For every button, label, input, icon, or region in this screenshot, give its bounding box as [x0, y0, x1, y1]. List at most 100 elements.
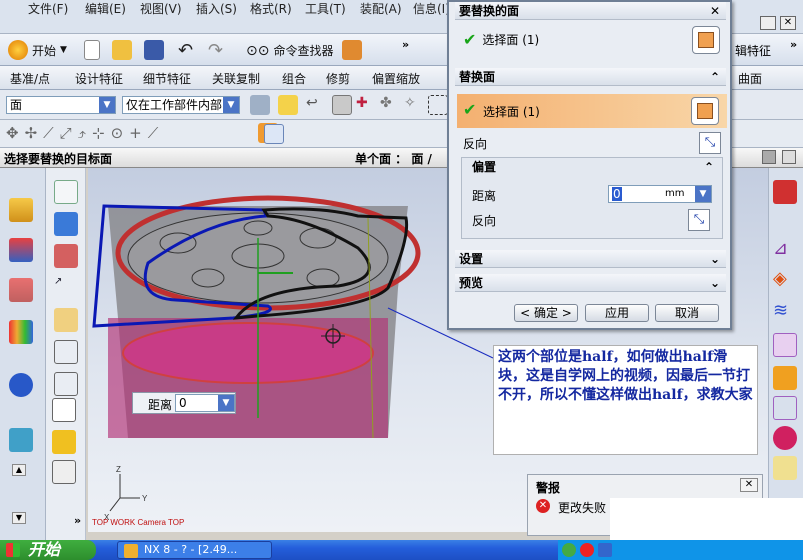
curve-rule-icon[interactable]: ↩: [306, 95, 326, 115]
right-toolbar-label[interactable]: 辑特征: [735, 42, 771, 59]
new-file-icon[interactable]: [84, 40, 100, 60]
part-navigator-icon[interactable]: [9, 278, 33, 302]
binoculars-icon: ⊙⊙: [246, 42, 270, 59]
snap-point-icon[interactable]: [278, 95, 298, 115]
close-icon[interactable]: ✕: [710, 2, 720, 20]
menu-file[interactable]: 文件(F): [28, 0, 68, 17]
offset-reverse-button[interactable]: ⤡: [688, 209, 710, 231]
cancel-button[interactable]: 取消: [655, 304, 719, 322]
menu-insert[interactable]: 插入(S): [196, 0, 237, 17]
datum-icon[interactable]: [54, 180, 78, 204]
window-restore-icon[interactable]: [760, 16, 776, 30]
snap-cube-icon[interactable]: [264, 124, 284, 144]
save-icon[interactable]: [144, 40, 164, 60]
replacement-face-header[interactable]: 替换面 ⌃: [455, 68, 726, 86]
redo-icon[interactable]: ↷: [208, 40, 228, 61]
wave-icon[interactable]: ≋: [773, 300, 797, 324]
filter-icon[interactable]: [250, 95, 270, 115]
menu-view[interactable]: 视图(V): [140, 0, 182, 17]
face-select-icon[interactable]: [692, 26, 720, 54]
list-icon[interactable]: [52, 460, 76, 484]
alert-close-icon[interactable]: ✕: [740, 478, 758, 492]
detail-feature-menu[interactable]: 细节特征: [143, 70, 191, 87]
orient-view-icon[interactable]: ◈: [773, 268, 797, 292]
design-feature-menu[interactable]: 设计特征: [75, 70, 123, 87]
scroll-down-icon[interactable]: ▼: [12, 512, 26, 524]
datum-point-menu[interactable]: 基准/点: [10, 70, 50, 87]
settings-header[interactable]: 设置 ⌄: [455, 250, 726, 268]
undo-icon[interactable]: ↶: [178, 40, 198, 61]
view-cube-icon[interactable]: [773, 180, 797, 204]
select-face-row-2[interactable]: ✔ 选择面 (1): [457, 94, 727, 128]
reverse-direction-label: 反向: [463, 137, 488, 151]
distance-handle-box[interactable]: 距离 0 ▼: [132, 392, 236, 414]
block-icon[interactable]: [54, 308, 78, 332]
grid-icon[interactable]: [773, 333, 797, 357]
surface-menu[interactable]: 曲面: [738, 70, 762, 87]
scroll-up-icon[interactable]: ▲: [12, 464, 26, 476]
select-intent-icon[interactable]: ✚: [356, 95, 376, 115]
reuse-library-icon[interactable]: [9, 320, 33, 344]
apply-button[interactable]: 应用: [585, 304, 649, 322]
follow-fillet-icon[interactable]: ✧: [404, 95, 424, 115]
tray-icon[interactable]: [580, 543, 594, 557]
associative-copy-menu[interactable]: 关联复制: [212, 70, 260, 87]
tools-icon[interactable]: [52, 398, 76, 422]
csys-icon[interactable]: ↗: [54, 276, 78, 300]
web-browser-icon[interactable]: [9, 373, 33, 397]
combine-menu[interactable]: 组合: [282, 70, 306, 87]
pan-icon[interactable]: [773, 456, 797, 480]
trim-menu[interactable]: 修剪: [326, 70, 350, 87]
face-rule-icon[interactable]: [332, 95, 352, 115]
rotate-view-icon[interactable]: ⊿: [773, 238, 797, 262]
offset-group: 偏置 ⌃ 距离 0 mm ▼ 反向 ⤡: [461, 157, 723, 239]
window-close-icon[interactable]: ✕: [780, 16, 796, 30]
preview-header[interactable]: 预览 ⌄: [455, 274, 726, 292]
color-icon[interactable]: [773, 426, 797, 450]
stop-at-intersection-icon[interactable]: ✤: [380, 95, 400, 115]
distance-handle-input[interactable]: 0 ▼: [175, 394, 235, 412]
pattern-icon[interactable]: [54, 244, 78, 268]
type-filter-select[interactable]: 面 ▼: [6, 96, 116, 114]
offset-scale-menu[interactable]: 偏置缩放: [372, 70, 420, 87]
faces-to-replace-header[interactable]: 要替换的面 ✕: [455, 2, 726, 20]
tray-icon[interactable]: [562, 543, 576, 557]
overflow-chevron-icon[interactable]: »: [402, 38, 409, 51]
selection-scope-select[interactable]: 仅在工作部件内部 ▼: [122, 96, 240, 114]
tray-icon[interactable]: [598, 543, 612, 557]
constraint-navigator-icon[interactable]: [9, 238, 33, 262]
reverse-direction-button[interactable]: ⤡: [699, 132, 721, 154]
extrude-icon[interactable]: [54, 212, 78, 236]
surface-icon[interactable]: [773, 366, 797, 390]
offset-header[interactable]: 偏置 ⌃: [462, 158, 722, 176]
taskbar-item-nx[interactable]: NX 8 - ? - [2.49...: [117, 541, 272, 559]
menu-edit[interactable]: 编辑(E): [85, 0, 126, 17]
layer-icon[interactable]: [52, 430, 76, 454]
overflow-chevron-icon[interactable]: »: [790, 38, 797, 51]
cue-options-icon[interactable]: [762, 150, 776, 164]
distance-handle-value: 0: [179, 396, 187, 410]
overflow-chevron-icon[interactable]: »: [74, 514, 81, 527]
command-finder-button[interactable]: ⊙⊙ 命令查找器: [246, 42, 333, 59]
shell-icon[interactable]: [54, 340, 78, 364]
rectangle-select-icon[interactable]: [428, 95, 448, 115]
fullscreen-icon[interactable]: [782, 150, 796, 164]
assembly-navigator-icon[interactable]: [9, 198, 33, 222]
trim-body-icon[interactable]: [54, 372, 78, 396]
distance-input[interactable]: 0 mm ▼: [608, 185, 712, 203]
menu-assemblies[interactable]: 装配(A): [360, 0, 402, 17]
ok-button[interactable]: < 确定 >: [514, 304, 578, 322]
face-select-icon[interactable]: [691, 97, 719, 125]
menu-information[interactable]: 信息(I): [413, 0, 450, 17]
select-face-row-1[interactable]: ✔ 选择面 (1): [463, 30, 539, 49]
cavity-bottom-ellipse: [122, 322, 374, 384]
snap-icons[interactable]: ✥✢⟋⤢⤴⊹⊙+⟋: [6, 124, 164, 142]
start-button[interactable]: 开始 ▼: [8, 40, 67, 60]
part-navigator-icon[interactable]: [342, 40, 362, 60]
menu-format[interactable]: 格式(R): [250, 0, 292, 17]
picture-icon[interactable]: [773, 396, 797, 420]
open-folder-icon[interactable]: [112, 40, 132, 60]
start-menu-button[interactable]: 开始: [0, 540, 96, 560]
history-icon[interactable]: [9, 428, 33, 452]
menu-tools[interactable]: 工具(T): [305, 0, 346, 17]
